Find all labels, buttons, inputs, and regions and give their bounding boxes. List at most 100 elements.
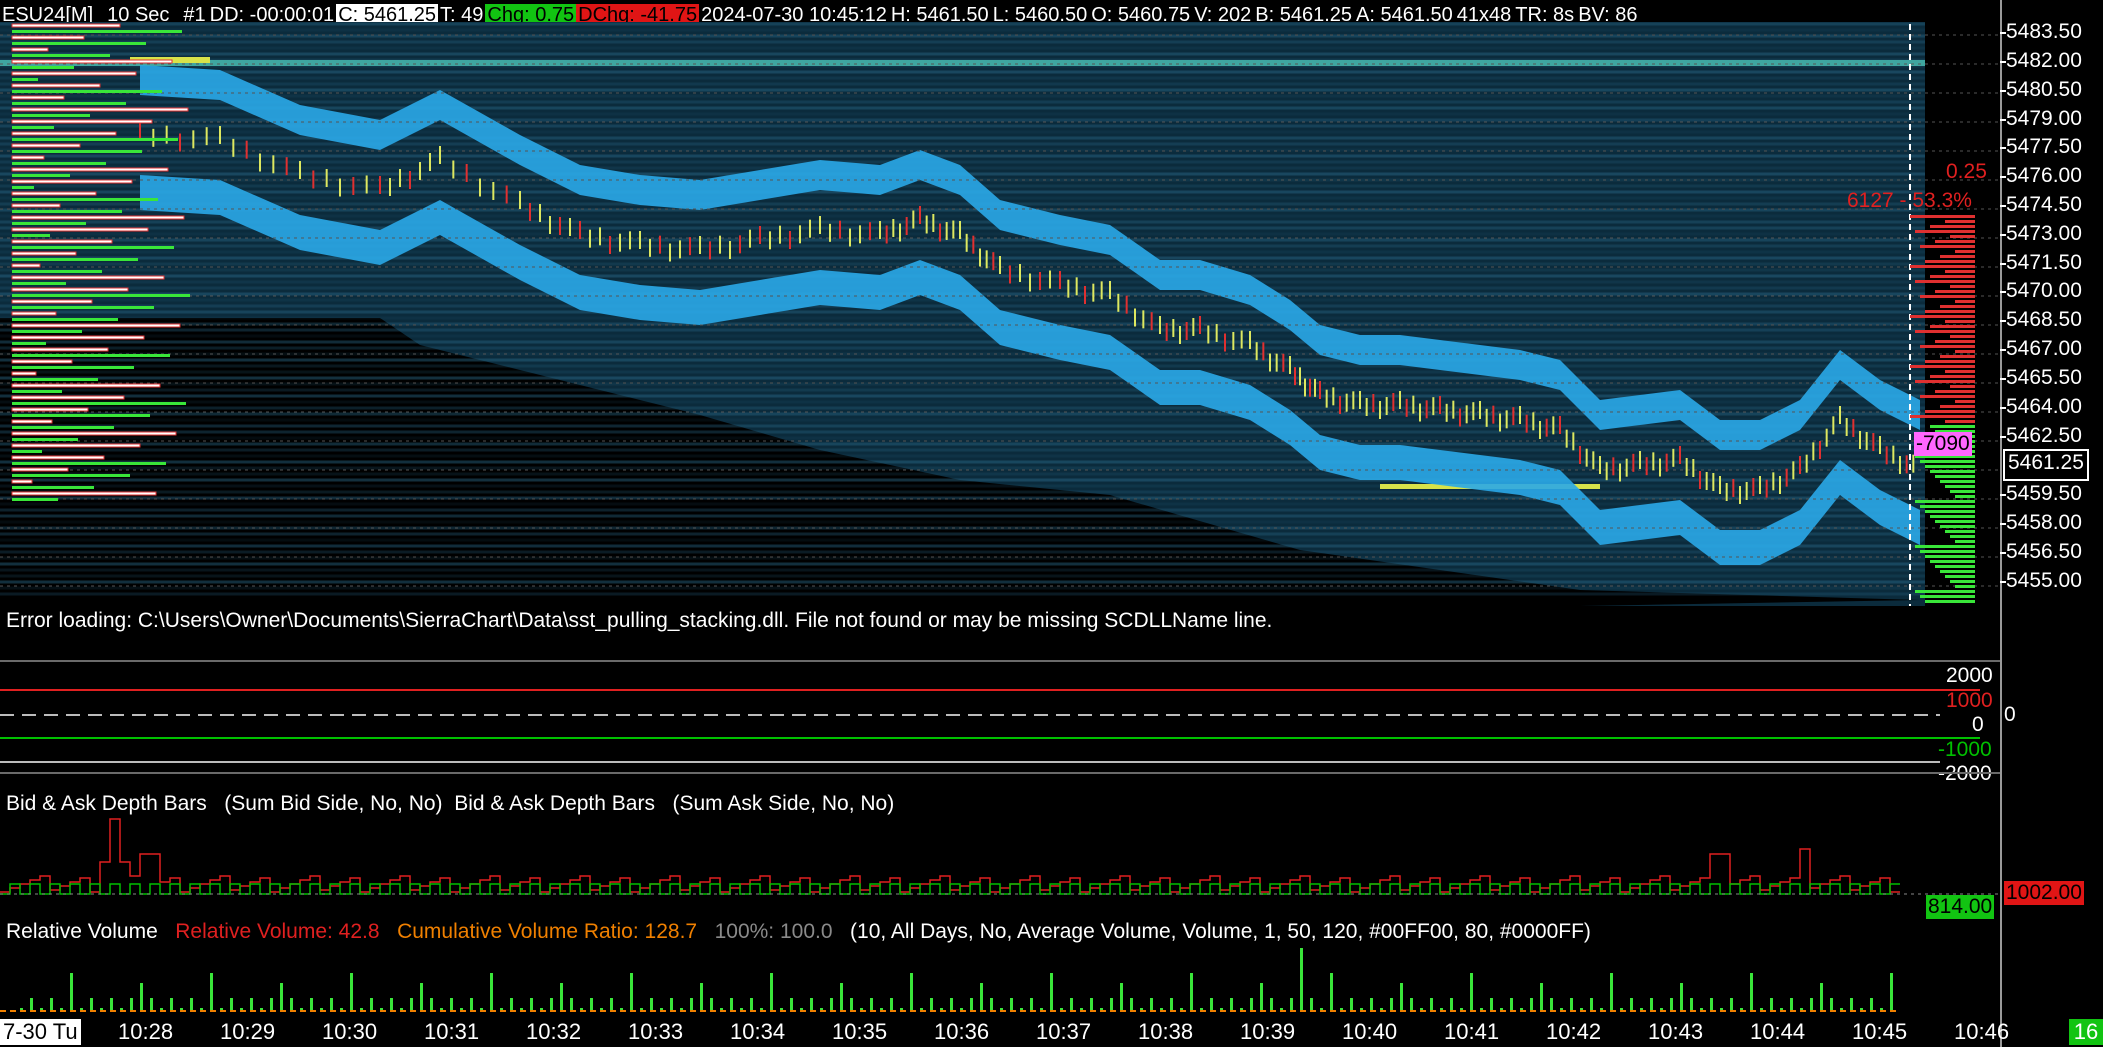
ask-depth-line <box>0 818 1900 893</box>
price-axis-tick <box>2000 90 2006 92</box>
volume-profile-bar <box>12 222 86 225</box>
relative-volume-bar <box>230 998 233 1011</box>
relative-volume-bar <box>50 998 53 1011</box>
relative-volume-bar <box>1410 998 1413 1011</box>
volume-profile-bar <box>12 402 186 405</box>
ask-depth-bar <box>1935 340 1975 343</box>
relative-volume-bar <box>730 998 733 1011</box>
bid-depth-bar <box>1920 595 1975 598</box>
relative-volume-bar <box>650 998 653 1011</box>
relative-volume-bar <box>590 998 593 1011</box>
relative-volume-bar <box>1690 998 1693 1011</box>
price-axis-tick <box>2000 263 2006 265</box>
relative-volume-bar <box>1290 998 1293 1011</box>
time-axis-label: 10:46 <box>1954 1019 2010 1044</box>
ask-depth-bar <box>1955 250 1975 253</box>
price-axis-tick <box>2000 176 2006 178</box>
volume-profile-bar <box>11 491 157 496</box>
ask-depth-bar <box>1915 380 1975 383</box>
price-axis-label: 5467.00 <box>2006 337 2082 360</box>
relative-volume-bar <box>1330 973 1333 1011</box>
rv-study-name: Relative Volume <box>6 920 158 943</box>
relative-volume-bar <box>390 998 393 1011</box>
time-axis-label: 10:36 <box>934 1019 990 1044</box>
relative-volume-bar <box>1430 998 1433 1011</box>
price-axis-label: 5477.50 <box>2006 135 2082 158</box>
bid-depth-bar <box>1920 550 1975 553</box>
relative-volume-bar <box>560 983 563 1011</box>
relative-volume-bar <box>1450 998 1453 1011</box>
time-axis-label: 10:42 <box>1546 1019 1602 1044</box>
delta-pane[interactable] <box>0 662 2000 772</box>
relative-volume-legend: Relative Volume Relative Volume: 42.8 Cu… <box>6 920 1591 944</box>
volume-profile-bar <box>11 431 177 436</box>
price-axis-tick <box>2000 234 2006 236</box>
ask-depth-bar <box>1935 240 1975 243</box>
volume-profile-bar <box>11 143 81 148</box>
relative-volume-bar <box>140 983 143 1011</box>
volume-profile-bar <box>11 239 113 244</box>
bid-depth-bar <box>1950 580 1975 583</box>
bid-depth-bar <box>1925 555 1975 558</box>
relative-volume-bar <box>1090 998 1093 1011</box>
relative-volume-bar <box>1670 998 1673 1011</box>
relative-volume-bar <box>710 998 713 1011</box>
relative-volume-bar <box>810 998 813 1011</box>
relative-volume-bar <box>1790 998 1793 1011</box>
relative-volume-bar <box>310 998 313 1011</box>
error-message: Error loading: C:\Users\Owner\Documents\… <box>6 609 1273 632</box>
relative-volume-bar <box>150 998 153 1011</box>
time-axis-label: 10:37 <box>1036 1019 1092 1044</box>
ask-depth-bar <box>1925 310 1975 313</box>
price-axis-label: 5458.00 <box>2006 511 2082 534</box>
bid-depth-bar <box>1955 585 1975 588</box>
relative-volume-bar <box>1550 998 1553 1011</box>
delta-axis-0: 0 <box>1972 713 1984 736</box>
bar-counter: 16 <box>2069 1019 2103 1045</box>
volume-profile-bar <box>11 263 41 268</box>
relative-volume-bar <box>1390 998 1393 1011</box>
volume-profile-bar <box>12 90 162 93</box>
volume-profile-bar <box>12 414 150 417</box>
relative-volume-bar <box>1120 983 1123 1011</box>
volume-profile-bar <box>11 335 145 340</box>
relative-volume-bar <box>1810 998 1813 1011</box>
relative-volume-bar <box>990 998 993 1011</box>
bid-depth-bar <box>1915 500 1975 503</box>
ask-depth-bar <box>1930 375 1975 378</box>
heatmap-canvas[interactable] <box>0 0 2000 660</box>
time-axis-label: 10:40 <box>1342 1019 1398 1044</box>
relative-volume-bar <box>70 973 73 1011</box>
relative-volume-bar <box>1030 998 1033 1011</box>
relative-volume-bar <box>690 998 693 1011</box>
relative-volume-bar <box>910 973 913 1011</box>
price-axis-label: 5476.00 <box>2006 164 2082 187</box>
bid-depth-bar <box>1945 485 1975 488</box>
time-axis-label: 10:43 <box>1648 1019 1704 1044</box>
relative-volume-bar <box>470 998 473 1011</box>
ask-depth-bar <box>1940 305 1975 308</box>
volume-profile-bar <box>12 282 66 285</box>
volume-profile-bar <box>12 114 90 117</box>
relative-volume-bar <box>770 973 773 1011</box>
bid-depth-bar <box>1925 510 1975 513</box>
volume-profile-bar <box>12 426 114 429</box>
bid-depth-bar <box>1915 545 1975 548</box>
bid-depth-bar <box>1935 475 1975 478</box>
relative-volume-bar <box>1130 998 1133 1011</box>
volume-profile-bar <box>12 270 102 273</box>
time-axis-label: 10:45 <box>1852 1019 1908 1044</box>
volume-profile-bar <box>11 71 137 76</box>
volume-profile-bar <box>12 486 94 489</box>
ask-depth-bar <box>1950 335 1975 338</box>
bid-depth-bar <box>1915 590 1975 593</box>
relative-volume-bar <box>1270 998 1273 1011</box>
liquidity-wall <box>0 60 1925 66</box>
ask-depth-bar <box>1920 345 1975 348</box>
price-axis-label: 5462.50 <box>2006 424 2082 447</box>
price-axis-tick <box>2000 349 2006 351</box>
ask-depth-bar <box>1950 235 1975 238</box>
relative-volume-bar <box>1540 983 1543 1011</box>
relative-volume-bar <box>190 998 193 1011</box>
price-pane[interactable] <box>0 0 2000 660</box>
